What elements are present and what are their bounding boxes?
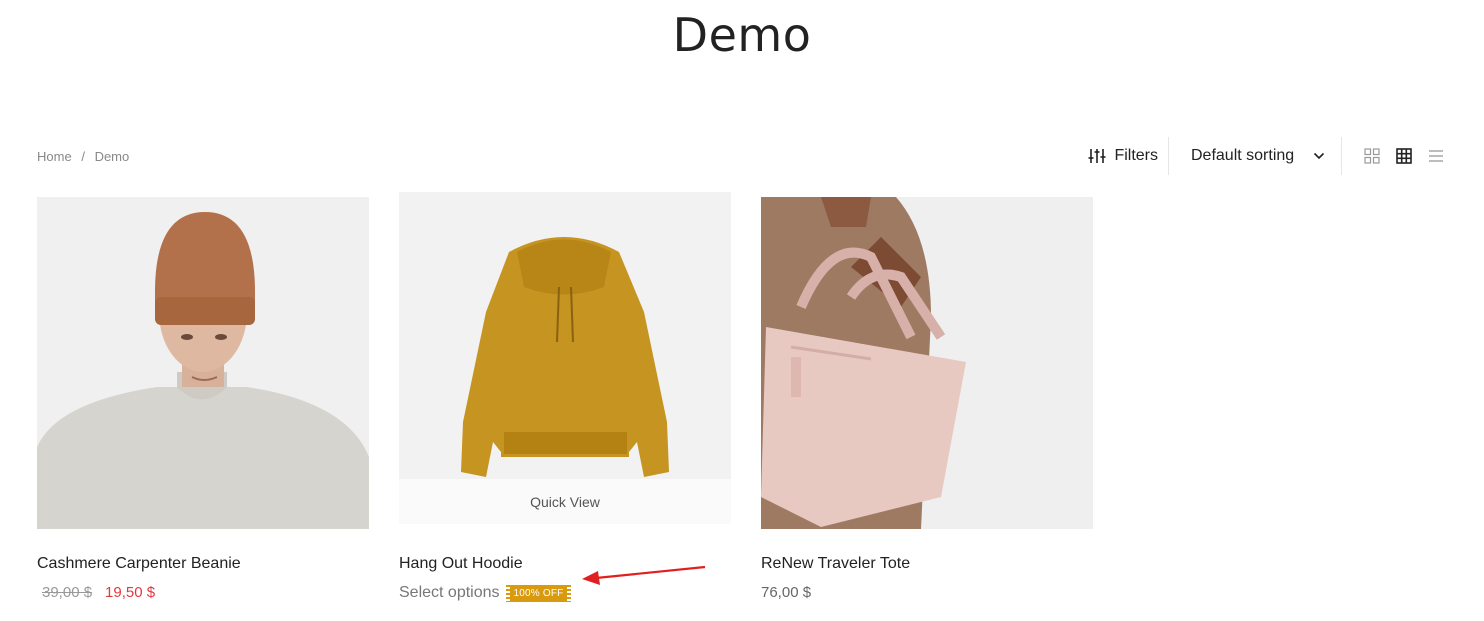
product-name[interactable]: ReNew Traveler Tote bbox=[761, 555, 910, 573]
select-options-link[interactable]: Select options bbox=[399, 584, 500, 602]
old-price: 39,00 $ bbox=[42, 584, 93, 601]
discount-badge: 100% OFF bbox=[505, 584, 572, 602]
grid-2-icon[interactable] bbox=[1356, 144, 1388, 168]
sliders-icon bbox=[1088, 147, 1106, 165]
grid-3-icon[interactable] bbox=[1388, 144, 1420, 168]
product-price: 39,00 $ 19,50 $ bbox=[37, 584, 155, 601]
filters-label: Filters bbox=[1114, 147, 1158, 164]
breadcrumb: Home / Demo bbox=[37, 149, 129, 164]
breadcrumb-current: Demo bbox=[94, 149, 130, 164]
filters-button[interactable]: Filters bbox=[1088, 147, 1168, 165]
sorting-select[interactable]: Default sorting bbox=[1169, 147, 1341, 165]
shop-toolbar: Filters Default sorting bbox=[1088, 136, 1452, 176]
regular-price: 76,00 $ bbox=[761, 584, 812, 601]
list-icon[interactable] bbox=[1420, 144, 1452, 168]
product-image-tote[interactable] bbox=[761, 197, 1093, 529]
sale-price: 19,50 $ bbox=[105, 584, 156, 601]
page-title: Demo bbox=[672, 8, 812, 62]
breadcrumb-separator: / bbox=[81, 149, 85, 164]
breadcrumb-home-link[interactable]: Home bbox=[37, 149, 72, 164]
product-price: Select options 100% OFF bbox=[399, 584, 572, 602]
product-image-hoodie[interactable]: Quick View bbox=[399, 192, 731, 524]
chevron-down-icon bbox=[1313, 147, 1325, 165]
view-mode-switcher bbox=[1342, 144, 1452, 168]
annotation-arrow-icon bbox=[582, 565, 706, 585]
product-price: 76,00 $ bbox=[761, 584, 811, 601]
product-image-beanie[interactable] bbox=[37, 197, 369, 529]
product-name[interactable]: Cashmere Carpenter Beanie bbox=[37, 555, 241, 573]
quick-view-button[interactable]: Quick View bbox=[399, 479, 731, 524]
product-name[interactable]: Hang Out Hoodie bbox=[399, 555, 523, 573]
sorting-label: Default sorting bbox=[1191, 147, 1295, 164]
